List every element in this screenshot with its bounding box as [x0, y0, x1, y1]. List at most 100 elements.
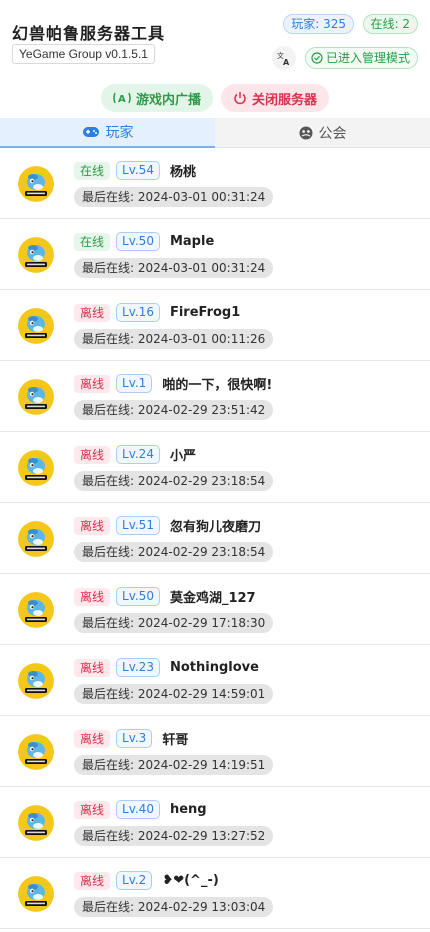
player-row[interactable]: 离线 Lv.51 忽有狗儿夜磨刀 最后在线: 2024-02-29 23:18:…	[0, 503, 430, 574]
broadcast-label: 游戏内广播	[135, 92, 201, 108]
status-tag: 离线	[74, 445, 111, 464]
pal-avatar	[18, 592, 54, 628]
online-count-badge: 在线: 2	[362, 14, 418, 34]
player-row[interactable]: 离线 Lv.2 ❥❤︎(^_-) 最后在线: 2024-02-29 13:03:…	[0, 858, 430, 929]
pal-avatar-icon	[18, 308, 54, 344]
shutdown-label: 关闭服务器	[252, 92, 318, 108]
pal-avatar	[18, 166, 54, 202]
player-name: 啪的一下，很快啊!	[162, 378, 273, 393]
status-tag: 离线	[74, 729, 111, 748]
player-row[interactable]: 离线 Lv.16 FireFrog1 最后在线: 2024-03-01 00:1…	[0, 290, 430, 361]
last-seen: 最后在线: 2024-03-01 00:11:26	[74, 329, 274, 349]
admin-mode-badge[interactable]: 已进入管理模式	[304, 47, 418, 69]
pal-avatar	[18, 876, 54, 912]
tab-players-label: 玩家	[105, 125, 134, 141]
tab-bar: 玩家 公会	[0, 118, 430, 148]
tab-players[interactable]: 玩家	[0, 118, 215, 148]
shutdown-button[interactable]: 关闭服务器	[221, 84, 330, 112]
player-row-header: 离线 Lv.16 FireFrog1	[74, 303, 240, 322]
level-tag: Lv.3	[116, 729, 153, 748]
action-bar: A 游戏内广播 关闭服务器	[0, 84, 430, 114]
last-seen: 最后在线: 2024-02-29 14:59:01	[74, 684, 274, 704]
pal-avatar-icon	[18, 734, 54, 770]
player-name: Maple	[169, 234, 215, 249]
player-list: 在线 Lv.54 杨桃 最后在线: 2024-03-01 00:31:24 在线…	[0, 148, 430, 929]
level-tag: Lv.24	[116, 445, 160, 464]
player-row-header: 离线 Lv.1 啪的一下，很快啊!	[74, 374, 272, 393]
svg-text:A: A	[118, 94, 126, 105]
player-count-badge: 玩家: 325	[283, 14, 354, 34]
last-seen: 最后在线: 2024-02-29 13:27:52	[74, 826, 274, 846]
last-seen: 最后在线: 2024-03-01 00:31:24	[74, 187, 274, 207]
status-tag: 离线	[74, 303, 111, 322]
player-row-header: 离线 Lv.51 忽有狗儿夜磨刀	[74, 516, 261, 535]
level-tag: Lv.2	[116, 871, 153, 890]
level-tag: Lv.23	[116, 658, 160, 677]
player-name: Nothinglove	[169, 660, 259, 675]
player-name: ❥❤︎(^_-)	[162, 873, 219, 888]
player-row-header: 离线 Lv.2 ❥❤︎(^_-)	[74, 871, 219, 890]
player-row[interactable]: 离线 Lv.3 轩哥 最后在线: 2024-02-29 14:19:51	[0, 716, 430, 787]
last-seen: 最后在线: 2024-02-29 23:51:42	[74, 400, 274, 420]
last-seen: 最后在线: 2024-02-29 23:18:54	[74, 471, 274, 491]
pal-avatar-icon	[18, 450, 54, 486]
last-seen: 最后在线: 2024-02-29 13:03:04	[74, 897, 274, 917]
tab-guilds[interactable]: 公会	[215, 118, 430, 148]
status-tag: 离线	[74, 658, 111, 677]
player-row-header: 离线 Lv.3 轩哥	[74, 729, 188, 748]
last-seen: 最后在线: 2024-03-01 00:31:24	[74, 258, 274, 278]
pal-avatar-icon	[18, 592, 54, 628]
player-name: heng	[169, 802, 207, 817]
player-row[interactable]: 离线 Lv.23 Nothinglove 最后在线: 2024-02-29 14…	[0, 645, 430, 716]
player-name: 小严	[169, 449, 196, 464]
pal-avatar	[18, 734, 54, 770]
status-tag: 离线	[74, 516, 111, 535]
level-tag: Lv.1	[116, 374, 153, 393]
player-name: 忽有狗儿夜磨刀	[169, 520, 261, 535]
player-name: 轩哥	[162, 733, 189, 748]
player-row-header: 离线 Lv.50 莫金鸡湖_127	[74, 587, 256, 606]
level-tag: Lv.50	[116, 232, 160, 251]
player-row[interactable]: 在线 Lv.50 Maple 最后在线: 2024-03-01 00:31:24	[0, 219, 430, 290]
level-tag: Lv.54	[116, 161, 160, 180]
tab-guilds-label: 公会	[318, 125, 347, 142]
broadcast-button[interactable]: A 游戏内广播	[100, 84, 213, 112]
app-header: 幻兽帕鲁服务器工具 YeGame Group v0.1.5.1 玩家: 325 …	[0, 0, 430, 84]
player-row-header: 离线 Lv.24 小严	[74, 445, 196, 464]
player-row[interactable]: 离线 Lv.40 heng 最后在线: 2024-02-29 13:27:52	[0, 787, 430, 858]
admin-mode-label: 已进入管理模式	[325, 51, 410, 65]
level-tag: Lv.40	[116, 800, 160, 819]
pal-avatar	[18, 521, 54, 557]
status-tag: 在线	[74, 232, 111, 251]
guild-icon	[299, 126, 312, 139]
status-tag: 离线	[74, 587, 111, 606]
player-row[interactable]: 在线 Lv.54 杨桃 最后在线: 2024-03-01 00:31:24	[0, 148, 430, 219]
level-tag: Lv.51	[116, 516, 160, 535]
last-seen: 最后在线: 2024-02-29 14:19:51	[74, 755, 274, 775]
status-tag: 离线	[74, 800, 111, 819]
status-tag: 离线	[74, 374, 111, 393]
app-title: 幻兽帕鲁服务器工具	[12, 24, 166, 43]
pal-avatar-icon	[18, 237, 54, 273]
player-name: 莫金鸡湖_127	[169, 591, 256, 606]
broadcast-icon: A	[113, 92, 131, 105]
last-seen: 最后在线: 2024-02-29 23:18:54	[74, 542, 274, 562]
player-row[interactable]: 离线 Lv.1 啪的一下，很快啊! 最后在线: 2024-02-29 23:51…	[0, 361, 430, 432]
player-row-header: 在线 Lv.50 Maple	[74, 232, 214, 251]
player-name: FireFrog1	[169, 305, 241, 320]
pal-avatar-icon	[18, 166, 54, 202]
player-row[interactable]: 离线 Lv.50 莫金鸡湖_127 最后在线: 2024-02-29 17:18…	[0, 574, 430, 645]
player-row-header: 离线 Lv.23 Nothinglove	[74, 658, 259, 677]
shield-check-icon	[311, 52, 323, 64]
pal-avatar	[18, 663, 54, 699]
pal-avatar-icon	[18, 663, 54, 699]
gamepad-icon	[82, 127, 99, 137]
last-seen: 最后在线: 2024-02-29 17:18:30	[74, 613, 274, 633]
translate-icon: 文 A	[277, 51, 290, 66]
pal-avatar	[18, 805, 54, 841]
translate-button[interactable]: 文 A	[272, 46, 296, 70]
pal-avatar	[18, 308, 54, 344]
player-row[interactable]: 离线 Lv.24 小严 最后在线: 2024-02-29 23:18:54	[0, 432, 430, 503]
version-tag: YeGame Group v0.1.5.1	[12, 44, 155, 64]
pal-avatar-icon	[18, 521, 54, 557]
